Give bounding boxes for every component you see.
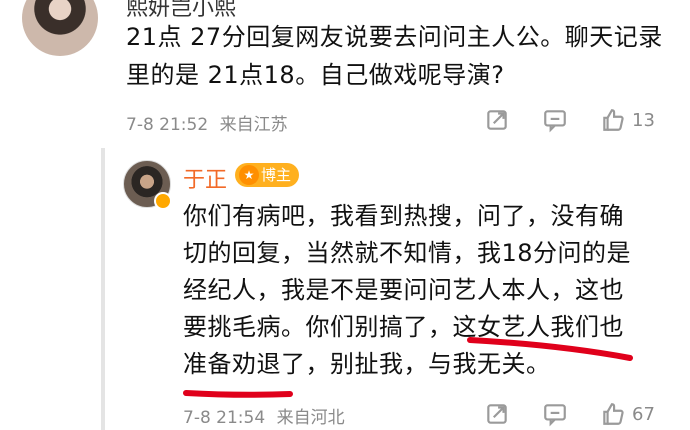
reply-location: 来自河北 [276, 408, 345, 428]
reply-meta: 7-8 21:54 来自河北 [183, 403, 345, 428]
comment-actions: 13 [484, 107, 655, 133]
reply-actions: 67 [484, 401, 655, 427]
avatar[interactable] [22, 0, 98, 56]
blogger-badge-label: 博主 [261, 166, 292, 184]
comment-icon[interactable] [542, 401, 568, 427]
comment-location: 来自江苏 [219, 115, 288, 135]
comment-icon[interactable] [542, 107, 568, 133]
reply-username[interactable]: 于正 [183, 162, 227, 194]
comment-text: 21点 27分回复网友说要去问问主人公。聊天记录里的是 21点18。自己做戏呢导… [126, 23, 663, 89]
share-icon[interactable] [484, 401, 510, 427]
reply-text: 你们有病吧，我看到热搜，问了，没有确切的回复，当然就不知情，我18分问的是经纪人… [183, 202, 632, 378]
like-count: 67 [632, 403, 655, 425]
blogger-badge: ★ 博主 [235, 163, 300, 187]
reply-time: 7-8 21:54 [183, 408, 266, 428]
like-icon[interactable] [600, 107, 626, 133]
like-count: 13 [632, 109, 655, 131]
comment-meta: 7-8 21:52 来自江苏 [126, 110, 288, 135]
crown-icon: ★ [239, 165, 259, 185]
share-icon[interactable] [484, 107, 510, 133]
underline-stroke-2 [183, 390, 293, 398]
like-icon[interactable] [600, 401, 626, 427]
verified-icon [154, 192, 172, 210]
comment-time: 7-8 21:52 [126, 115, 209, 135]
reply-divider [101, 148, 105, 430]
